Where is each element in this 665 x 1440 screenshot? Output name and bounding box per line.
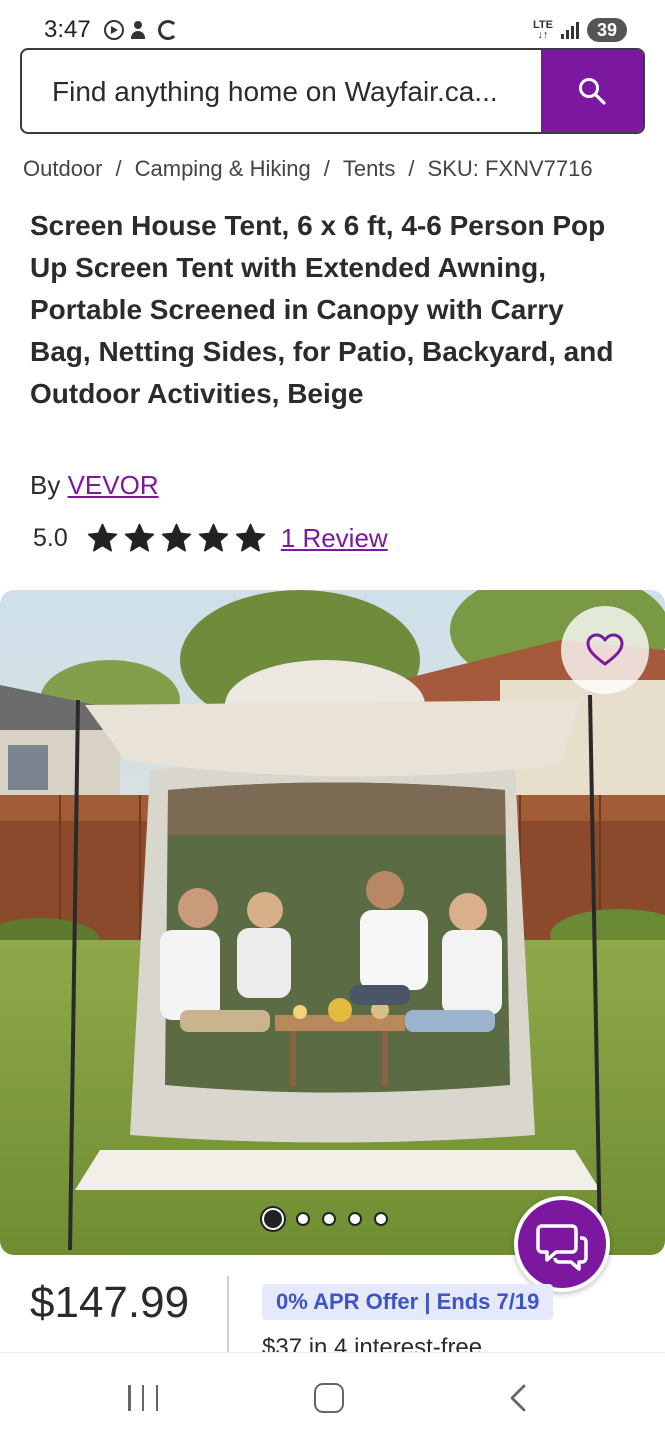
- installments-text: $37 in 4 interest-free: [262, 1334, 483, 1352]
- sync-notification-icon: [158, 20, 178, 40]
- product-price: $147.99: [30, 1278, 190, 1327]
- star-filled-icon: [124, 523, 154, 552]
- account-notification-icon: [130, 20, 152, 40]
- star-rating: [86, 522, 267, 554]
- breadcrumb-camping-hiking[interactable]: Camping & Hiking: [135, 156, 311, 182]
- recents-icon[interactable]: [128, 1385, 158, 1411]
- breadcrumb-outdoor[interactable]: Outdoor: [23, 156, 103, 182]
- rating-row: 5.0 1 Review: [33, 522, 388, 554]
- back-chevron-icon[interactable]: [504, 1383, 532, 1413]
- search-icon: [579, 78, 606, 105]
- system-navigation-bar: [0, 1352, 665, 1440]
- star-filled-icon: [198, 523, 228, 552]
- battery-indicator: 39: [587, 18, 627, 42]
- network-label: LTE: [533, 19, 553, 31]
- breadcrumb: Outdoor / Camping & Hiking / Tents / SKU…: [23, 156, 593, 182]
- breadcrumb-tents[interactable]: Tents: [343, 156, 396, 182]
- signal-icon: [561, 21, 579, 39]
- product-title: Screen House Tent, 6 x 6 ft, 4-6 Person …: [30, 210, 614, 409]
- status-notification-icons: [104, 20, 178, 40]
- breadcrumb-sku: SKU: FXNV7716: [427, 156, 593, 181]
- apr-offer-badge[interactable]: 0% APR Offer | Ends 7/19: [262, 1284, 554, 1320]
- status-system-icons: LTE ↓↑ 39: [533, 18, 627, 42]
- rating-value: 5.0: [33, 523, 68, 552]
- home-icon[interactable]: [314, 1383, 344, 1413]
- status-time: 3:47: [44, 16, 91, 43]
- carousel-dot[interactable]: [322, 1212, 336, 1226]
- breadcrumb-separator: /: [323, 156, 330, 181]
- media-notification-icon: [104, 20, 124, 40]
- search-button[interactable]: [541, 50, 643, 132]
- carousel-dot[interactable]: [348, 1212, 362, 1226]
- star-filled-icon: [235, 523, 265, 552]
- heart-outline-icon: [586, 633, 624, 666]
- chat-bubbles-icon: [536, 1224, 588, 1271]
- reviews-link[interactable]: 1 Review: [281, 523, 388, 554]
- carousel-dots: [262, 1208, 388, 1230]
- breadcrumb-separator: /: [115, 156, 122, 181]
- search-input[interactable]: Find anything home on Wayfair.ca...: [52, 76, 538, 108]
- product-photo: [0, 590, 665, 1255]
- star-filled-icon: [87, 523, 117, 552]
- carousel-dot[interactable]: [262, 1208, 284, 1230]
- brand-byline: By VEVOR: [30, 470, 159, 501]
- search-bar: Find anything home on Wayfair.ca...: [20, 48, 645, 134]
- carousel-dot[interactable]: [296, 1212, 310, 1226]
- lte-icon: LTE ↓↑: [533, 19, 553, 41]
- carousel-dot[interactable]: [374, 1212, 388, 1226]
- star-filled-icon: [161, 523, 191, 552]
- product-image-carousel[interactable]: [0, 590, 665, 1255]
- chat-button[interactable]: [514, 1196, 610, 1292]
- price-divider: [227, 1276, 229, 1352]
- by-label: By: [30, 470, 61, 500]
- brand-link[interactable]: VEVOR: [68, 470, 159, 500]
- favorite-button[interactable]: [561, 606, 649, 694]
- breadcrumb-separator: /: [408, 156, 415, 181]
